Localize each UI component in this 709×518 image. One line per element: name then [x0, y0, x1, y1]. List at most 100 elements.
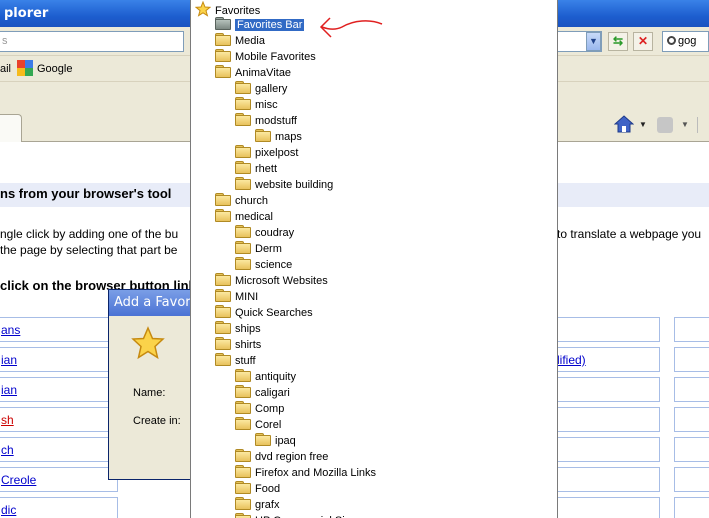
favorites-folder-tree[interactable]: Favorites Favorites Bar Media Mobile Favori…: [190, 0, 558, 518]
star-icon: [195, 1, 211, 17]
folder-icon: [255, 433, 271, 446]
tree-item[interactable]: coudray: [235, 225, 294, 241]
folder-icon: [235, 241, 251, 254]
tree-item[interactable]: HP Commercial Si: [235, 513, 345, 518]
tree-item-label: church: [235, 195, 269, 207]
search-input[interactable]: gog: [662, 31, 709, 52]
search-icon: [667, 36, 676, 45]
tree-item-label: dvd region free: [255, 451, 329, 463]
tree-item-label: Microsoft Websites: [235, 275, 328, 287]
language-link[interactable]: dic: [1, 503, 16, 517]
folder-icon: [235, 401, 251, 414]
refresh-icon: ⇆: [612, 34, 624, 48]
tree-item-label: Comp: [255, 403, 285, 415]
tree-item[interactable]: medical: [215, 209, 273, 225]
tree-item[interactable]: antiquity: [235, 369, 296, 385]
folder-icon: [235, 161, 251, 174]
tree-item[interactable]: gallery: [235, 81, 287, 97]
tree-item[interactable]: MINI: [215, 289, 258, 305]
tree-item-label: Favorites: [215, 5, 261, 17]
stop-button[interactable]: ✕: [633, 32, 653, 51]
tree-item[interactable]: AnimaVitae: [215, 65, 291, 81]
tree-item[interactable]: Media: [215, 33, 265, 49]
tree-item-label: science: [255, 259, 293, 271]
address-bar-input[interactable]: s: [0, 31, 184, 52]
close-icon: ✕: [637, 34, 649, 48]
tree-item[interactable]: Favorites Bar: [215, 17, 305, 33]
tree-item-label: Quick Searches: [235, 307, 313, 319]
language-cell: [674, 317, 709, 342]
tree-item[interactable]: Comp: [235, 401, 284, 417]
browser-tab[interactable]: [0, 114, 22, 142]
tree-item-label: AnimaVitae: [235, 67, 292, 79]
tree-item[interactable]: rhett: [235, 161, 277, 177]
tree-item[interactable]: ships: [215, 321, 261, 337]
language-link[interactable]: sh: [1, 413, 14, 427]
language-cell: [674, 497, 709, 518]
language-cell: [557, 497, 660, 518]
tree-item[interactable]: Favorites: [195, 1, 260, 17]
folder-icon: [235, 145, 251, 158]
tree-item-label: rhett: [255, 163, 278, 175]
feeds-dropdown-icon[interactable]: ▼: [681, 120, 689, 129]
folder-icon: [235, 449, 251, 462]
home-dropdown-icon[interactable]: ▼: [639, 120, 647, 129]
folder-icon: [235, 497, 251, 510]
folder-icon: [215, 193, 231, 206]
language-link[interactable]: lified): [557, 353, 586, 367]
tree-item[interactable]: grafx: [235, 497, 279, 513]
refresh-button[interactable]: ⇆: [608, 32, 628, 51]
google-icon: [17, 60, 33, 76]
language-link[interactable]: ch: [1, 443, 14, 457]
tree-item[interactable]: modstuff: [235, 113, 297, 129]
tree-item[interactable]: pixelpost: [235, 145, 298, 161]
dialog-title[interactable]: Add a Favorite: [109, 290, 197, 316]
tree-item-label: grafx: [255, 499, 280, 511]
language-cell: [557, 317, 660, 342]
link-mail[interactable]: ail: [0, 63, 11, 75]
tree-item[interactable]: church: [215, 193, 268, 209]
tree-item[interactable]: Mobile Favorites: [215, 49, 316, 65]
tree-item[interactable]: misc: [235, 97, 278, 113]
tree-item[interactable]: Quick Searches: [215, 305, 313, 321]
home-icon[interactable]: [614, 115, 634, 133]
tree-item-label: maps: [275, 131, 302, 143]
language-link[interactable]: ans: [1, 323, 20, 337]
search-value: gog: [678, 35, 697, 47]
tree-item[interactable]: shirts: [215, 337, 261, 353]
feeds-icon[interactable]: [657, 117, 673, 133]
tree-item-label: website building: [255, 179, 334, 191]
tree-item[interactable]: stuff: [215, 353, 256, 369]
tree-item[interactable]: dvd region free: [235, 449, 328, 465]
tree-item-label: Firefox and Mozilla Links: [255, 467, 377, 479]
tree-item[interactable]: website building: [235, 177, 333, 193]
folder-icon: [215, 289, 231, 302]
link-google[interactable]: Google: [37, 63, 72, 75]
tree-item[interactable]: Microsoft Websites: [215, 273, 328, 289]
folder-icon: [235, 97, 251, 110]
tree-item[interactable]: caligari: [235, 385, 290, 401]
folder-icon: [235, 177, 251, 190]
folder-icon: [215, 305, 231, 318]
folder-icon: [235, 417, 251, 430]
language-cell: ch: [0, 437, 118, 462]
language-link[interactable]: Creole: [1, 473, 36, 487]
folder-icon: [215, 337, 231, 350]
language-link[interactable]: ian: [1, 383, 17, 397]
tree-item[interactable]: maps: [255, 129, 302, 145]
language-link[interactable]: ian: [1, 353, 17, 367]
folder-icon: [215, 209, 231, 222]
tree-item[interactable]: science: [235, 257, 292, 273]
address-dropdown-button[interactable]: ▼: [586, 32, 601, 51]
language-cell: [674, 437, 709, 462]
tree-item-label: caligari: [255, 387, 290, 399]
folder-icon: [235, 81, 251, 94]
tree-item-label: Media: [235, 35, 265, 47]
tree-item[interactable]: Derm: [235, 241, 282, 257]
folder-icon: [235, 257, 251, 270]
language-cell: lified): [557, 347, 660, 372]
tree-item[interactable]: Corel: [235, 417, 281, 433]
tree-item[interactable]: Food: [235, 481, 280, 497]
tree-item[interactable]: ipaq: [255, 433, 296, 449]
tree-item[interactable]: Firefox and Mozilla Links: [235, 465, 376, 481]
